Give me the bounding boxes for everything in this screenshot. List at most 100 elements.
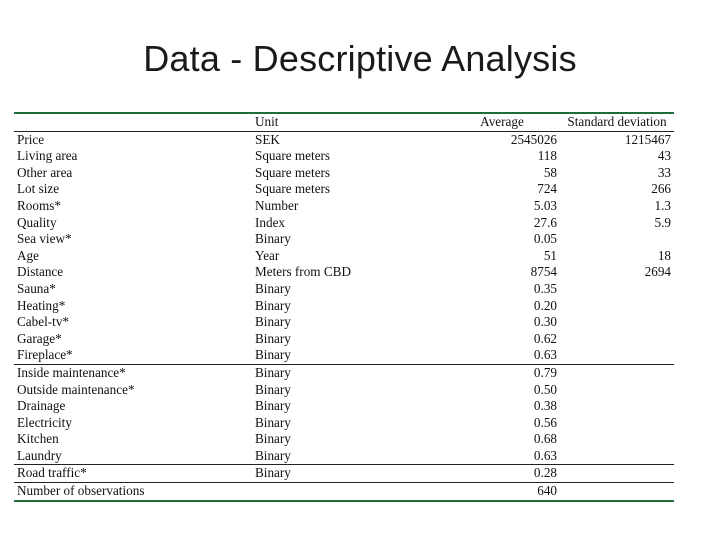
row-average: 0.68 bbox=[533, 431, 557, 447]
row-std bbox=[560, 448, 674, 465]
row-variable: Road traffic* bbox=[14, 464, 252, 483]
row-unit bbox=[252, 482, 444, 502]
row-unit: Binary bbox=[252, 363, 444, 382]
table-header: Unit Average Standard deviation bbox=[14, 111, 674, 132]
row-unit: Binary bbox=[255, 314, 291, 330]
row-average: 724 bbox=[537, 181, 557, 197]
table-row: Rooms* Number 5.03 1.3 bbox=[14, 198, 674, 215]
row-unit: Square meters bbox=[255, 148, 331, 164]
row-unit: SEK bbox=[255, 131, 280, 147]
table-row: Living area Square meters 118 43 bbox=[14, 148, 674, 165]
row-unit: Number bbox=[255, 197, 299, 213]
row-unit: Year bbox=[255, 247, 280, 263]
row-average: 118 bbox=[537, 148, 557, 164]
row-unit: Binary bbox=[255, 231, 291, 247]
row-variable: Outside maintenance* bbox=[17, 381, 135, 397]
header-variable bbox=[14, 111, 252, 132]
row-average: 0.20 bbox=[533, 297, 557, 313]
row-variable: Drainage bbox=[17, 398, 66, 414]
row-variable: Other area bbox=[17, 164, 73, 180]
table-header-row: Unit Average Standard deviation bbox=[14, 111, 674, 132]
table-row: Inside maintenance* Binary 0.79 bbox=[14, 363, 674, 382]
row-variable: Price bbox=[17, 131, 45, 147]
row-std: 266 bbox=[651, 181, 671, 197]
row-std: 5.9 bbox=[654, 214, 671, 230]
row-average: 0.63 bbox=[533, 447, 557, 463]
page-title: Data - Descriptive Analysis bbox=[143, 38, 577, 79]
table-row: Other area Square meters 58 33 bbox=[14, 165, 674, 182]
row-unit: Binary bbox=[255, 297, 291, 313]
header-std: Standard deviation bbox=[560, 111, 674, 132]
row-std bbox=[560, 298, 674, 315]
row-std bbox=[560, 231, 674, 248]
row-std: 33 bbox=[657, 164, 671, 180]
table-row: Sauna* Binary 0.35 bbox=[14, 281, 674, 298]
row-std bbox=[560, 363, 674, 382]
row-average: 0.62 bbox=[533, 330, 557, 346]
row-std: 18 bbox=[657, 247, 671, 263]
row-unit: Binary bbox=[255, 447, 291, 463]
row-std bbox=[560, 382, 674, 399]
row-average: 58 bbox=[543, 164, 557, 180]
row-variable: Sea view* bbox=[17, 231, 72, 247]
row-variable: Kitchen bbox=[17, 431, 59, 447]
row-variable: Rooms* bbox=[17, 197, 61, 213]
table-row: Sea view* Binary 0.05 bbox=[14, 231, 674, 248]
row-average: 8754 bbox=[530, 264, 557, 280]
row-unit: Binary bbox=[255, 398, 291, 414]
row-variable: Electricity bbox=[17, 414, 72, 430]
row-unit: Square meters bbox=[255, 164, 331, 180]
table-row: Lot size Square meters 724 266 bbox=[14, 181, 674, 198]
row-variable: Living area bbox=[17, 148, 78, 164]
row-std bbox=[560, 347, 674, 364]
table-row: Age Year 51 18 bbox=[14, 248, 674, 265]
row-std: 1215467 bbox=[624, 131, 671, 147]
stats-table: Unit Average Standard deviation Price SE… bbox=[14, 111, 674, 502]
row-variable: Sauna* bbox=[17, 280, 56, 296]
header-average: Average bbox=[444, 111, 560, 132]
row-average: 0.05 bbox=[533, 231, 557, 247]
row-unit: Index bbox=[255, 214, 286, 230]
row-std bbox=[560, 331, 674, 348]
row-unit: Binary bbox=[255, 414, 291, 430]
row-std bbox=[560, 281, 674, 298]
table-row: Price SEK 2545026 1215467 bbox=[14, 131, 674, 148]
table-row: Fireplace* Binary 0.63 bbox=[14, 347, 674, 364]
row-average: 51 bbox=[543, 247, 557, 263]
row-average: 0.38 bbox=[533, 398, 557, 414]
table-row: Heating* Binary 0.20 bbox=[14, 298, 674, 315]
row-variable: Garage* bbox=[17, 330, 62, 346]
row-average: 5.03 bbox=[533, 197, 557, 213]
descriptive-statistics-table: Unit Average Standard deviation Price SE… bbox=[14, 111, 674, 502]
table-row: Electricity Binary 0.56 bbox=[14, 415, 674, 432]
table-body: Price SEK 2545026 1215467 Living area Sq… bbox=[14, 131, 674, 502]
table-row: Garage* Binary 0.62 bbox=[14, 331, 674, 348]
table-row: Outside maintenance* Binary 0.50 bbox=[14, 382, 674, 399]
row-variable: Age bbox=[17, 247, 39, 263]
table-row: Road traffic* Binary 0.28 bbox=[14, 464, 674, 483]
row-average: 0.79 bbox=[444, 363, 560, 382]
table-row: Laundry Binary 0.63 bbox=[14, 448, 674, 465]
header-unit: Unit bbox=[252, 111, 444, 132]
row-variable: Heating* bbox=[17, 297, 66, 313]
row-std bbox=[560, 415, 674, 432]
table-row: Distance Meters from CBD 8754 2694 bbox=[14, 264, 674, 281]
row-variable: Cabel-tv* bbox=[17, 314, 70, 330]
row-variable: Lot size bbox=[17, 181, 60, 197]
table-row-observations: Number of observations 640 bbox=[14, 482, 674, 502]
row-unit: Binary bbox=[255, 280, 291, 296]
row-std bbox=[560, 482, 674, 502]
row-average: 0.63 bbox=[533, 347, 557, 363]
row-unit: Binary bbox=[255, 431, 291, 447]
row-unit: Meters from CBD bbox=[255, 264, 351, 280]
row-average: 640 bbox=[444, 482, 560, 502]
row-unit: Binary bbox=[255, 347, 291, 363]
row-std: 1.3 bbox=[654, 197, 671, 213]
row-unit: Square meters bbox=[255, 181, 331, 197]
row-variable: Number of observations bbox=[14, 482, 252, 502]
table-row: Quality Index 27.6 5.9 bbox=[14, 215, 674, 232]
row-variable: Distance bbox=[17, 264, 64, 280]
row-unit: Binary bbox=[255, 381, 291, 397]
row-variable: Fireplace* bbox=[17, 347, 73, 363]
row-std bbox=[560, 431, 674, 448]
